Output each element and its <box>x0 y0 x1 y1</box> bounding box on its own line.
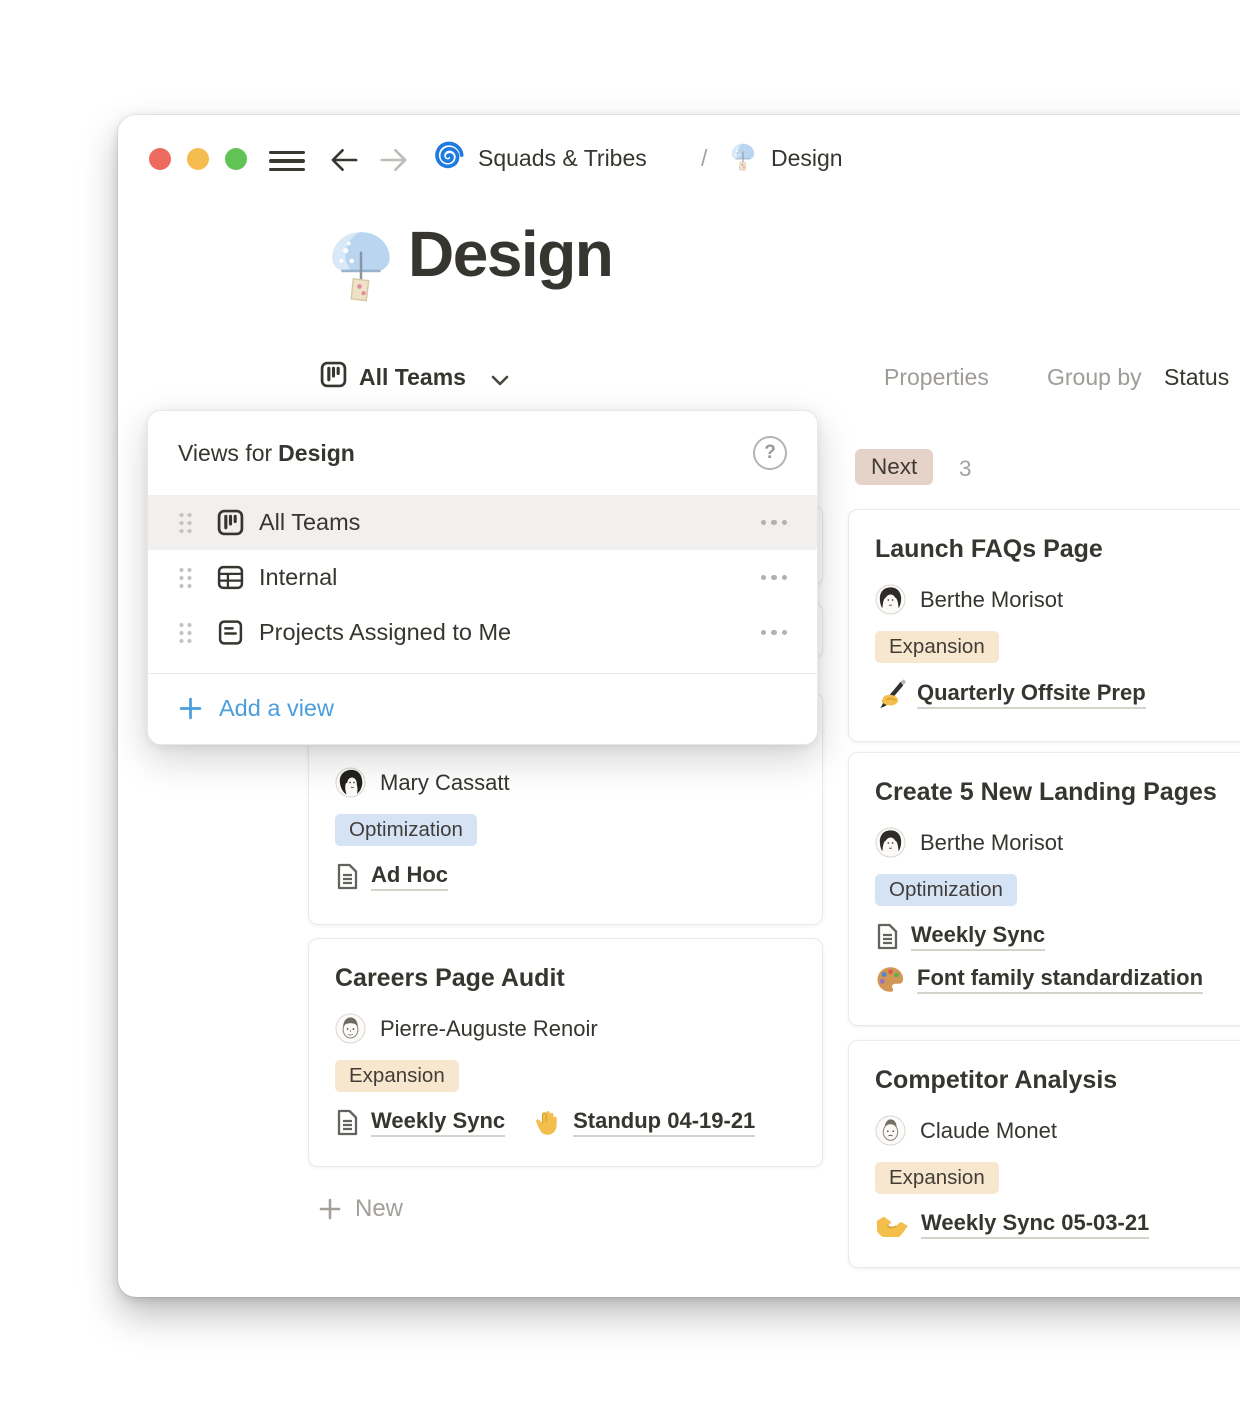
table-view-icon <box>217 564 244 591</box>
card-title: Create 5 New Landing Pages <box>875 777 1240 808</box>
page-link[interactable]: Quarterly Offsite Prep <box>875 679 1146 710</box>
assignee-name: Berthe Morisot <box>920 587 1063 613</box>
page-title[interactable]: Design <box>408 217 612 291</box>
divider <box>148 673 817 674</box>
project-card[interactable]: Competitor Analysis Claude Monet Expansi… <box>848 1040 1240 1268</box>
avatar-claude-monet <box>875 1115 906 1146</box>
page-link[interactable]: Weekly Sync <box>875 922 1045 951</box>
group-by-button[interactable]: Group by <box>1047 364 1142 391</box>
column-status-badge[interactable]: Next <box>855 449 933 485</box>
handshake-emoji-icon <box>875 1212 910 1237</box>
avatar-pierre-auguste-renoir <box>335 1013 366 1044</box>
view-item-internal[interactable]: Internal <box>148 550 817 605</box>
app-window: Squads & Tribes / Design Design All Team… <box>118 115 1240 1297</box>
assignee-name: Mary Cassatt <box>380 770 510 796</box>
list-view-icon <box>217 619 244 646</box>
close-window-button[interactable] <box>149 148 171 170</box>
page-link[interactable]: Ad Hoc <box>335 862 448 891</box>
back-icon[interactable] <box>329 146 360 174</box>
palette-emoji-icon <box>875 964 906 995</box>
group-by-value[interactable]: Status <box>1164 364 1229 391</box>
page-link[interactable]: Standup 04-19-21 <box>533 1108 755 1137</box>
breadcrumb-separator: / <box>701 145 707 172</box>
tag-expansion: Expansion <box>875 631 999 663</box>
assignee-name: Pierre-Auguste Renoir <box>380 1016 598 1042</box>
popup-title-page: Design <box>278 440 355 467</box>
tag-optimization: Optimization <box>875 874 1017 906</box>
column-count: 3 <box>959 456 972 482</box>
project-card[interactable]: Careers Page Audit Pierre-Auguste Renoir… <box>308 938 823 1167</box>
plus-icon <box>319 1198 341 1220</box>
page-emoji-wind-chime-icon[interactable] <box>320 225 402 307</box>
more-options-icon[interactable] <box>761 630 788 636</box>
drag-handle-icon[interactable] <box>178 622 193 644</box>
drag-handle-icon[interactable] <box>178 567 193 589</box>
document-icon <box>875 922 900 951</box>
views-popup: Views for Design ? All Teams Internal Pr… <box>147 410 818 745</box>
assignee-name: Claude Monet <box>920 1118 1057 1144</box>
properties-button[interactable]: Properties <box>884 364 989 391</box>
board-view-icon <box>217 509 244 536</box>
assignee-name: Berthe Morisot <box>920 830 1063 856</box>
document-icon <box>335 862 360 891</box>
card-title: Competitor Analysis <box>875 1065 1240 1096</box>
breadcrumb-workspace[interactable]: Squads & Tribes <box>478 145 647 172</box>
card-title: Launch FAQs Page <box>875 534 1240 565</box>
drag-handle-icon[interactable] <box>178 512 193 534</box>
help-icon[interactable]: ? <box>753 436 787 470</box>
wind-chime-emoji-icon <box>727 141 759 173</box>
card-title: Careers Page Audit <box>335 963 796 994</box>
view-item-all-teams[interactable]: All Teams <box>148 495 817 550</box>
breadcrumb-page[interactable]: Design <box>771 145 843 172</box>
add-view-button[interactable]: Add a view <box>148 677 817 739</box>
project-card[interactable]: Create 5 New Landing Pages Berthe Moriso… <box>848 752 1240 1026</box>
board-view-icon <box>320 361 347 388</box>
avatar-berthe-morisot <box>875 584 906 615</box>
more-options-icon[interactable] <box>761 520 788 526</box>
zoom-window-button[interactable] <box>225 148 247 170</box>
sidebar-menu-icon[interactable] <box>269 151 305 171</box>
tag-expansion: Expansion <box>875 1162 999 1194</box>
new-card-button[interactable]: New <box>319 1195 403 1223</box>
document-icon <box>335 1108 360 1137</box>
forward-icon[interactable] <box>378 146 409 174</box>
project-card[interactable]: Launch FAQs Page Berthe Morisot Expansio… <box>848 509 1240 742</box>
tag-expansion: Expansion <box>335 1060 459 1092</box>
avatar-mary-cassatt <box>335 767 366 798</box>
view-switcher[interactable]: All Teams <box>359 364 466 391</box>
tag-optimization: Optimization <box>335 814 477 846</box>
chevron-down-icon[interactable] <box>491 374 509 387</box>
page-link[interactable]: Weekly Sync <box>335 1108 505 1137</box>
page-link[interactable]: Font family standardization <box>875 964 1203 995</box>
plus-icon <box>179 697 202 720</box>
page-link[interactable]: Weekly Sync 05-03-21 <box>875 1210 1149 1239</box>
minimize-window-button[interactable] <box>187 148 209 170</box>
writing-hand-emoji-icon <box>875 679 906 710</box>
view-item-projects-assigned[interactable]: Projects Assigned to Me <box>148 605 817 660</box>
avatar-berthe-morisot <box>875 827 906 858</box>
raised-hand-emoji-icon <box>533 1108 562 1137</box>
popup-title-prefix: Views for <box>178 440 272 467</box>
workspace-logo-icon[interactable] <box>430 139 465 174</box>
more-options-icon[interactable] <box>761 575 788 581</box>
